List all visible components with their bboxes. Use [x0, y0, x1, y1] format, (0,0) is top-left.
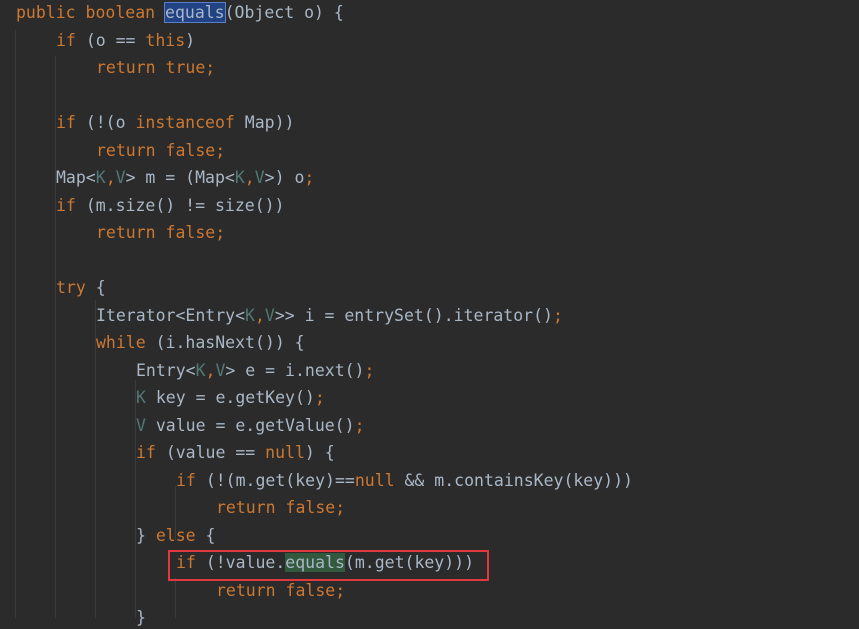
- indent-guide: [15, 30, 16, 618]
- code-line[interactable]: while (i.hasNext()) {: [96, 332, 305, 354]
- code-token: return false: [96, 223, 216, 242]
- code-token: > m = (Map<: [125, 168, 235, 187]
- code-token: >> i = entrySet().iterator(): [274, 305, 553, 325]
- code-token: ,: [205, 360, 216, 380]
- code-token: this: [145, 30, 186, 50]
- code-token: ;: [354, 415, 365, 435]
- code-token: if: [176, 470, 206, 490]
- code-line[interactable]: return true;: [96, 57, 215, 79]
- code-token: ): [185, 30, 196, 50]
- code-token: ,: [244, 168, 255, 187]
- code-token: K: [95, 168, 106, 187]
- code-token: V: [264, 305, 275, 325]
- code-token: ;: [364, 360, 375, 380]
- code-token: try: [56, 278, 96, 297]
- code-line[interactable]: if (o == this): [56, 30, 195, 52]
- code-token: instanceof: [135, 113, 245, 132]
- indent-guide: [175, 578, 176, 618]
- code-token: return true: [96, 58, 206, 77]
- code-token: V: [136, 415, 156, 435]
- code-token: ;: [335, 580, 346, 600]
- code-token: ,: [105, 168, 116, 187]
- code-token: if: [136, 443, 166, 462]
- code-token: (m.size() != size()): [85, 195, 285, 215]
- code-editor[interactable]: public boolean equals(Object o) { if (o =…: [0, 0, 859, 627]
- code-line[interactable]: return false;: [96, 140, 225, 162]
- code-token: {: [205, 525, 216, 545]
- code-token: Iterator<Entry<: [96, 305, 246, 325]
- code-token: V: [215, 360, 226, 380]
- code-token: value = e.getValue(): [155, 415, 355, 435]
- code-line[interactable]: if (m.size() != size()): [56, 195, 285, 217]
- code-token: return false: [216, 580, 336, 600]
- code-token: ;: [215, 140, 226, 160]
- code-token: if: [56, 30, 86, 50]
- code-token: return false: [216, 498, 336, 517]
- code-token: return false: [96, 140, 216, 160]
- code-token: Map)): [244, 113, 295, 132]
- code-token: (!(o: [85, 113, 136, 132]
- code-token: (!(m.get(key)==: [205, 470, 355, 490]
- code-token: if: [56, 113, 86, 132]
- code-token: V: [115, 168, 126, 187]
- code-line[interactable]: Iterator<Entry<K,V>> i = entrySet().iter…: [96, 305, 563, 327]
- code-line[interactable]: return false;: [216, 580, 345, 602]
- code-line[interactable]: K key = e.getKey();: [136, 387, 325, 409]
- code-line[interactable]: V value = e.getValue();: [136, 415, 365, 437]
- code-token: >) o: [264, 168, 305, 187]
- code-line[interactable]: return false;: [96, 222, 225, 244]
- code-line[interactable]: return false;: [216, 497, 345, 519]
- code-line[interactable]: if (!(o instanceof Map)): [56, 112, 294, 134]
- code-token: > e = i.next(): [225, 360, 365, 380]
- code-token: null: [354, 470, 405, 490]
- code-token: ;: [304, 168, 315, 187]
- code-token: ;: [552, 305, 563, 325]
- code-token: K: [245, 305, 255, 325]
- code-line[interactable]: if (!(m.get(key)==null && m.containsKey(…: [176, 470, 633, 492]
- code-line[interactable]: Entry<K,V> e = i.next();: [136, 360, 374, 382]
- code-token: ;: [215, 223, 226, 242]
- code-token: key = e.getKey(): [155, 388, 315, 407]
- code-token: public boolean: [16, 3, 166, 22]
- code-token: ;: [314, 388, 325, 407]
- code-line[interactable]: try {: [56, 277, 106, 299]
- code-token: K: [234, 168, 245, 187]
- code-token: V: [254, 168, 265, 187]
- code-line[interactable]: } else {: [136, 525, 215, 547]
- code-token: && m.containsKey(key))): [404, 470, 633, 490]
- code-token: Entry<: [136, 360, 196, 380]
- code-token: K: [195, 360, 206, 380]
- indent-guide: [55, 56, 56, 618]
- code-line[interactable]: Map<K,V> m = (Map<K,V>) o;: [56, 167, 314, 189]
- code-token: K: [136, 388, 156, 407]
- code-token: ;: [335, 498, 346, 517]
- code-token: {: [95, 278, 106, 297]
- code-token: else: [155, 525, 206, 545]
- code-token: (value ==: [165, 443, 266, 462]
- code-token: (Object o) {: [224, 3, 344, 22]
- code-token: while: [96, 333, 156, 352]
- code-token: ) {: [304, 443, 335, 462]
- code-token: (o ==: [85, 30, 146, 50]
- code-token: if: [56, 195, 86, 215]
- code-token: ;: [205, 58, 216, 77]
- code-token: null: [265, 443, 305, 462]
- code-line[interactable]: }: [136, 607, 146, 629]
- code-line[interactable]: public boolean equals(Object o) {: [16, 2, 344, 24]
- code-token: }: [136, 525, 156, 545]
- highlight-box: [168, 550, 489, 581]
- code-token: Map<: [56, 168, 96, 187]
- selected-identifier: equals: [164, 2, 226, 23]
- code-token: (i.hasNext()) {: [155, 333, 305, 352]
- code-line[interactable]: if (value == null) {: [136, 442, 335, 464]
- code-token: ,: [254, 305, 265, 325]
